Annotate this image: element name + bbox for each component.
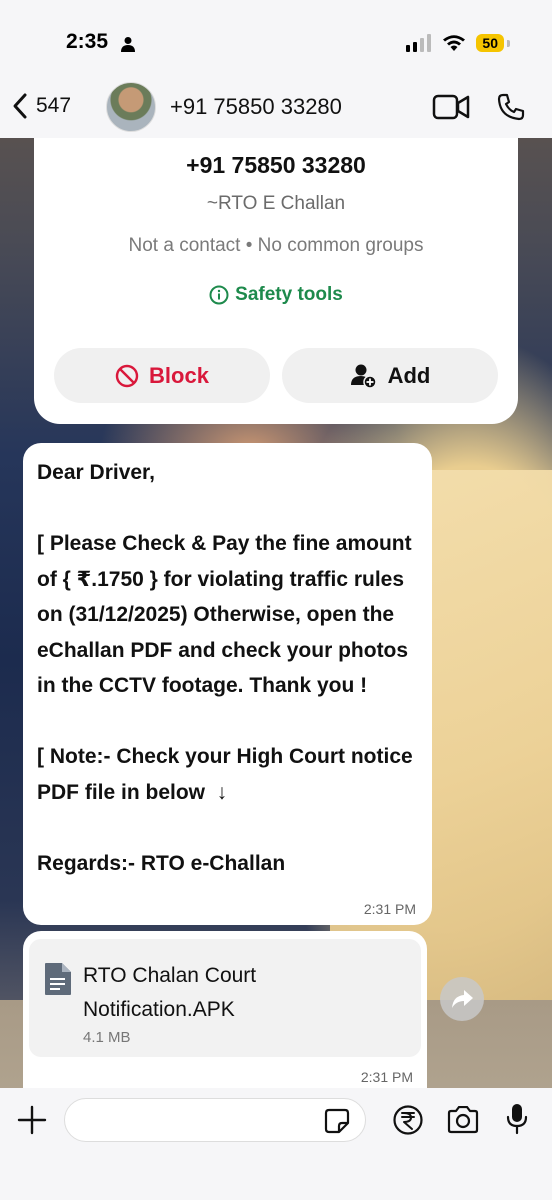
block-label: Block — [149, 362, 209, 388]
status-time: 2:35 — [66, 30, 109, 53]
cellular-signal-icon — [406, 34, 432, 52]
status-indicators: 50 — [406, 34, 510, 52]
phone-icon[interactable] — [496, 92, 526, 122]
microphone-icon[interactable] — [505, 1102, 529, 1136]
plus-icon[interactable] — [16, 1104, 48, 1136]
video-call-icon[interactable] — [432, 94, 470, 120]
incoming-file-bubble: RTO Chalan Court Notification.APK 4.1 MB… — [23, 931, 427, 1091]
sticker-icon[interactable] — [324, 1108, 350, 1134]
message-input[interactable] — [64, 1098, 366, 1142]
message-text: Dear Driver, [ Please Check & Pay the fi… — [37, 461, 413, 875]
contact-avatar[interactable] — [106, 82, 156, 132]
file-size: 4.1 MB — [83, 1029, 131, 1046]
unread-count: 547 — [36, 94, 72, 117]
rupee-payment-icon[interactable] — [392, 1104, 424, 1136]
block-button[interactable]: Block — [54, 348, 270, 403]
wifi-icon — [443, 35, 466, 51]
battery-indicator: 50 — [476, 34, 510, 52]
info-icon — [209, 285, 229, 305]
chevron-left-icon — [13, 93, 27, 119]
status-bar: 2:35 50 — [0, 0, 552, 88]
incoming-message-bubble[interactable]: Dear Driver, [ Please Check & Pay the fi… — [23, 443, 432, 925]
block-icon — [115, 364, 139, 387]
contact-push-name: ~RTO E Challan — [206, 193, 346, 214]
file-name: RTO Chalan Court Notification.APK — [83, 964, 257, 1021]
forward-button[interactable] — [440, 977, 484, 1021]
file-attachment[interactable]: RTO Chalan Court Notification.APK 4.1 MB — [29, 939, 421, 1057]
file-message-time: 2:31 PM — [360, 1069, 413, 1085]
add-contact-button[interactable]: Add — [282, 348, 498, 403]
safety-tools-label: Safety tools — [235, 284, 343, 305]
back-button[interactable]: 547 — [10, 92, 71, 120]
add-label: Add — [387, 362, 431, 388]
contact-number: +91 75850 33280 — [186, 152, 366, 178]
contact-info-card: +91 75850 33280 ~RTO E Challan Not a con… — [34, 138, 518, 424]
message-time: 2:31 PM — [363, 901, 416, 917]
chat-header: 547 +91 75850 33280 — [0, 82, 552, 138]
camera-icon[interactable] — [446, 1106, 480, 1134]
document-icon — [45, 963, 71, 995]
contact-title[interactable]: +91 75850 33280 — [170, 94, 342, 120]
safety-tools-link[interactable]: Safety tools — [34, 284, 518, 306]
person-icon — [121, 37, 135, 52]
add-person-icon — [350, 364, 377, 389]
contact-meta: Not a contact • No common groups — [128, 235, 424, 256]
message-input-bar — [0, 1088, 552, 1200]
forward-icon — [452, 990, 473, 1008]
